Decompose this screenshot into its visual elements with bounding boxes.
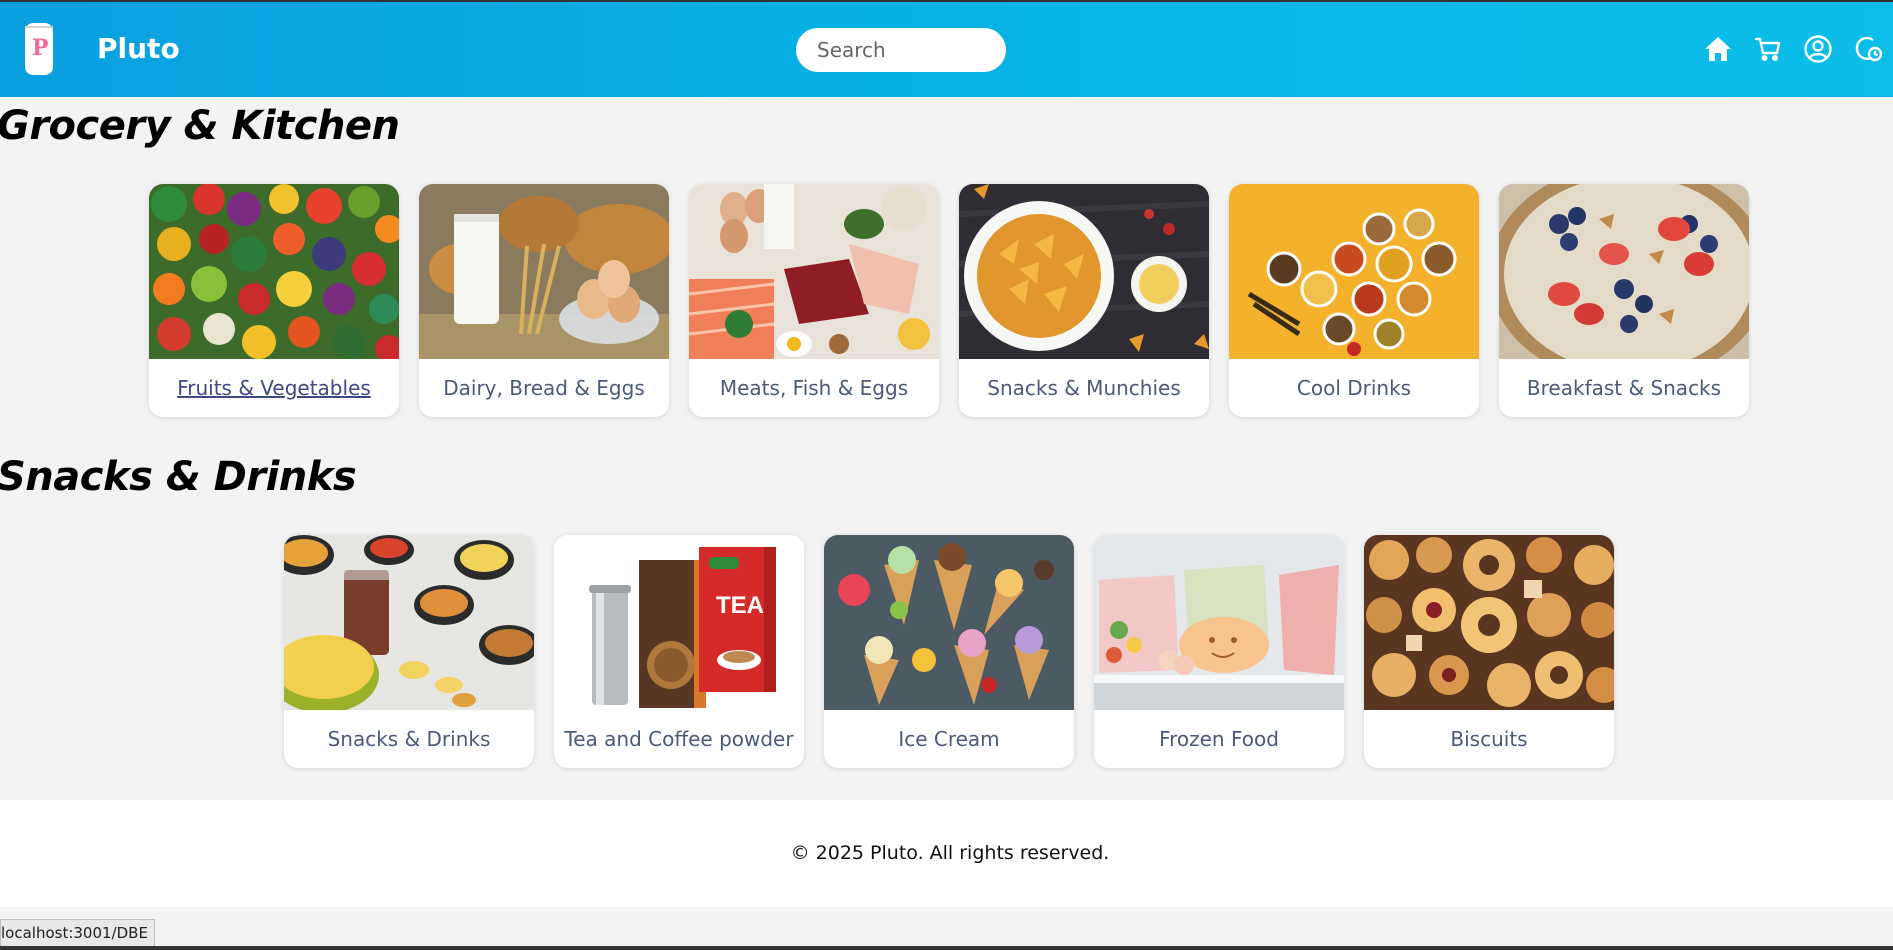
category-card-cool-drinks[interactable]: Cool Drinks bbox=[1229, 184, 1479, 417]
svg-text:TEA: TEA bbox=[716, 592, 764, 619]
category-label[interactable]: Meats, Fish & Eggs bbox=[689, 359, 939, 417]
category-card-snacks-munchies[interactable]: Snacks & Munchies bbox=[959, 184, 1209, 417]
snacks-munchies-image bbox=[959, 184, 1209, 359]
category-card-tea-coffee-powder[interactable]: TEA Tea and Coffee powder bbox=[554, 535, 804, 768]
category-card-ice-cream[interactable]: Ice Cream bbox=[824, 535, 1074, 768]
category-label[interactable]: Fruits & Vegetables bbox=[149, 359, 399, 417]
section-title-grocery: Grocery & Kitchen bbox=[0, 103, 400, 149]
footer: © 2025 Pluto. All rights reserved. bbox=[0, 800, 1893, 907]
orders-icon[interactable] bbox=[1853, 34, 1883, 64]
tea-coffee-powder-image: TEA bbox=[554, 535, 804, 710]
biscuits-image bbox=[1364, 535, 1614, 710]
category-label[interactable]: Snacks & Munchies bbox=[959, 359, 1209, 417]
navbar: P Pluto bbox=[0, 2, 1893, 97]
ice-cream-image bbox=[824, 535, 1074, 710]
category-label[interactable]: Cool Drinks bbox=[1229, 359, 1479, 417]
category-card-frozen-food[interactable]: Frozen Food bbox=[1094, 535, 1344, 768]
search-input[interactable] bbox=[796, 28, 1006, 72]
breakfast-snacks-image bbox=[1499, 184, 1749, 359]
category-label[interactable]: Snacks & Drinks bbox=[284, 710, 534, 768]
cool-drinks-image bbox=[1229, 184, 1479, 359]
fruits-vegetables-image bbox=[149, 184, 399, 359]
category-label[interactable]: Ice Cream bbox=[824, 710, 1074, 768]
snacks-drinks-image bbox=[284, 535, 534, 710]
category-label[interactable]: Tea and Coffee powder bbox=[554, 710, 804, 768]
category-card-dairy-bread-eggs[interactable]: Dairy, Bread & Eggs bbox=[419, 184, 669, 417]
home-icon[interactable] bbox=[1703, 34, 1733, 64]
cart-icon[interactable] bbox=[1753, 34, 1783, 64]
window-bottom-border bbox=[0, 946, 1893, 950]
category-label[interactable]: Breakfast & Snacks bbox=[1499, 359, 1749, 417]
category-card-fruits-vegetables[interactable]: Fruits & Vegetables bbox=[149, 184, 399, 417]
dairy-bread-eggs-image bbox=[419, 184, 669, 359]
logo-letter: P bbox=[32, 35, 49, 61]
meats-fish-eggs-image bbox=[689, 184, 939, 359]
category-label[interactable]: Biscuits bbox=[1364, 710, 1614, 768]
browser-status-bar-url: localhost:3001/DBE bbox=[0, 919, 155, 947]
category-label[interactable]: Frozen Food bbox=[1094, 710, 1344, 768]
brand-name[interactable]: Pluto bbox=[97, 32, 180, 65]
section-title-snacks-drinks: Snacks & Drinks bbox=[0, 454, 357, 500]
category-label[interactable]: Dairy, Bread & Eggs bbox=[419, 359, 669, 417]
frozen-food-image bbox=[1094, 535, 1344, 710]
category-card-snacks-drinks[interactable]: Snacks & Drinks bbox=[284, 535, 534, 768]
category-card-biscuits[interactable]: Biscuits bbox=[1364, 535, 1614, 768]
category-card-meats-fish-eggs[interactable]: Meats, Fish & Eggs bbox=[689, 184, 939, 417]
pluto-logo[interactable]: P bbox=[25, 23, 53, 75]
copyright-text: © 2025 Pluto. All rights reserved. bbox=[790, 842, 1110, 864]
user-icon[interactable] bbox=[1803, 34, 1833, 64]
category-card-breakfast-snacks[interactable]: Breakfast & Snacks bbox=[1499, 184, 1749, 417]
